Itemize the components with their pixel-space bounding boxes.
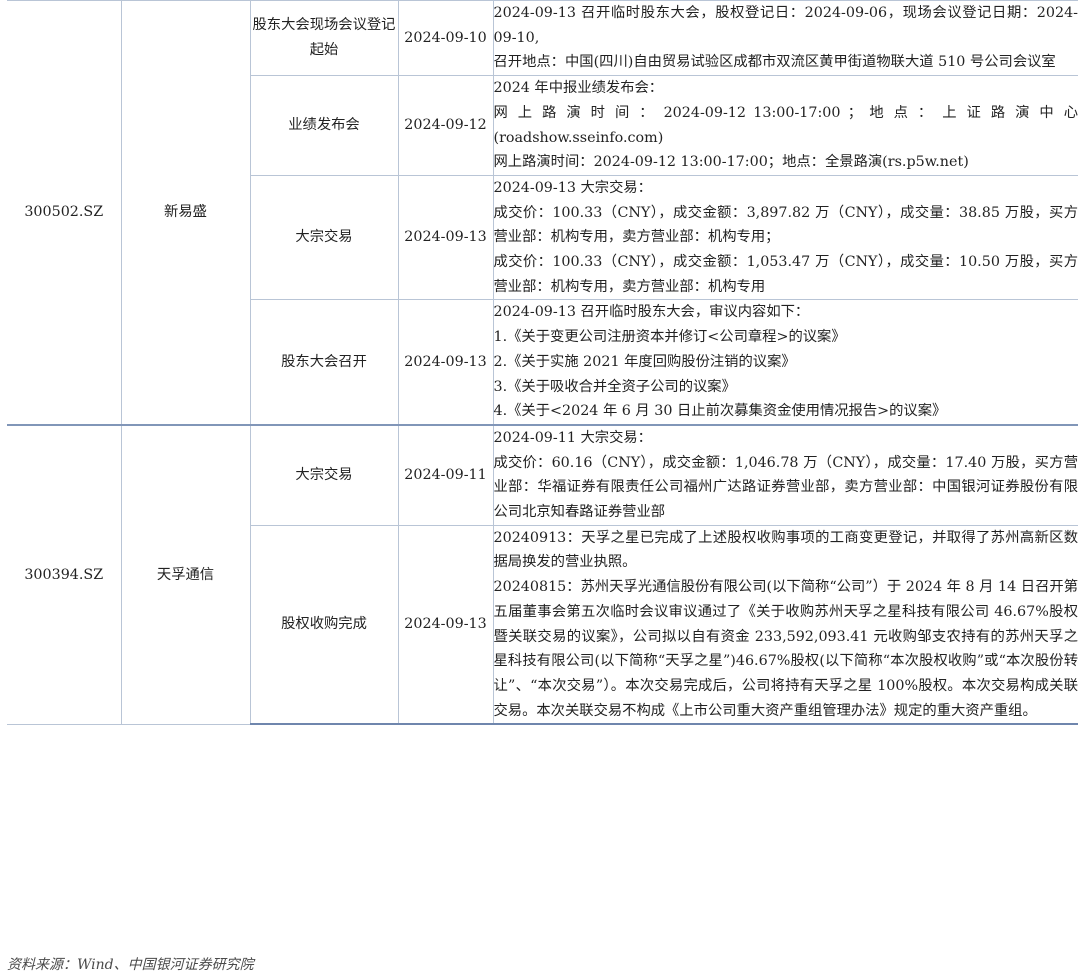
detail-line: 2024-09-13 召开临时股东大会，股权登记日：2024-09-06，现场会…: [493, 5, 1079, 46]
event-detail-cell: 2024-09-13 大宗交易： 成交价：100.33（CNY），成交金额：3,…: [492, 174, 1079, 301]
event-type-cell: 股东大会召开: [250, 299, 399, 426]
events-table: 300502.SZ 新易盛 股东大会现场会议登记起始 2024-09-10 20…: [7, 0, 1079, 726]
event-date-cell: 2024-09-11: [397, 423, 494, 526]
detail-line: 2024-09-13 大宗交易：: [493, 179, 652, 196]
event-detail-cell: 2024 年中报业绩发布会： 网 上 路 演 时 间 ： 2024-09-12 …: [492, 75, 1079, 176]
stock-name-cell: 新易盛: [120, 0, 251, 426]
event-detail-cell: 2024-09-13 召开临时股东大会，审议内容如下： 1.《关于变更公司注册资…: [492, 299, 1078, 426]
detail-line: 2.《关于实施 2021 年度回购股份注销的议案》: [493, 353, 796, 370]
detail-line: 3.《关于吸收合并全资子公司的议案》: [493, 378, 736, 395]
event-date-cell: 2024-09-12: [397, 75, 494, 176]
detail-line: 成交价：60.16（CNY），成交金额：1,046.78 万（CNY），成交量：…: [493, 454, 1079, 521]
table-row: 300394.SZ 天孚通信 大宗交易 2024-09-11 2024-09-1…: [7, 423, 1079, 725]
stock-name-cell: 天孚通信: [120, 423, 251, 725]
detail-line: 网上路演时间：2024-09-12 13:00-17:00；地点：全景路演(rs…: [493, 154, 969, 171]
detail-line: 2024-09-11 大宗交易：: [493, 429, 652, 446]
event-type-cell: 大宗交易: [250, 174, 399, 301]
event-date-cell: 2024-09-13: [397, 174, 494, 301]
event-detail-cell: 2024-09-11 大宗交易： 成交价：60.16（CNY），成交金额：1,0…: [492, 423, 1079, 526]
event-type-cell: 股权收购完成: [250, 524, 399, 726]
event-detail-cell: 20240913：天孚之星已完成了上述股权收购事项的工商变更登记，并取得了苏州高…: [492, 524, 1079, 726]
detail-line: 20240913：天孚之星已完成了上述股权收购事项的工商变更登记，并取得了苏州高…: [493, 529, 1079, 571]
event-type-cell: 业绩发布会: [250, 75, 399, 176]
detail-line: 2024 年中报业绩发布会：: [493, 80, 664, 97]
stock-code-cell: 300502.SZ: [7, 0, 122, 426]
event-type-cell: 大宗交易: [249, 423, 399, 526]
event-date-cell: 2024-09-10: [397, 0, 494, 77]
event-date-cell: 2024-09-13: [397, 524, 494, 726]
event-detail-cell: 2024-09-13 召开临时股东大会，股权登记日：2024-09-06，现场会…: [492, 0, 1079, 77]
detail-line: 2024-09-13 召开临时股东大会，审议内容如下：: [493, 304, 810, 321]
table-row: 300502.SZ 新易盛 股东大会现场会议登记起始 2024-09-10 20…: [7, 0, 1079, 426]
detail-line: 1.《关于变更公司注册资本并修订<公司章程>的议案》: [493, 329, 846, 346]
detail-line: 网 上 路 演 时 间 ： 2024-09-12 13:00-17:00 ； 地…: [493, 104, 1079, 146]
detail-line: 成交价：100.33（CNY），成交金额：3,897.82 万（CNY），成交量…: [493, 204, 1079, 246]
detail-line: 成交价：100.33（CNY），成交金额：1,053.47 万（CNY），成交量…: [493, 254, 1079, 295]
stock-code-cell: 300394.SZ: [7, 423, 122, 725]
detail-line: 召开地点：中国(四川)自由贸易试验区成都市双流区黄甲街道物联大道 510 号公司…: [493, 54, 1056, 71]
source-note: 资料来源：Wind、中国银河证券研究院: [7, 957, 254, 973]
event-date-cell: 2024-09-13: [397, 299, 494, 426]
detail-line: 4.《关于<2024 年 6 月 30 日止前次募集资金使用情况报告>的议案》: [493, 403, 947, 420]
detail-line: 20240815：苏州天孚光通信股份有限公司(以下简称“公司”）于 2024 年…: [493, 579, 1079, 719]
event-type-cell: 股东大会现场会议登记起始: [249, 0, 399, 77]
